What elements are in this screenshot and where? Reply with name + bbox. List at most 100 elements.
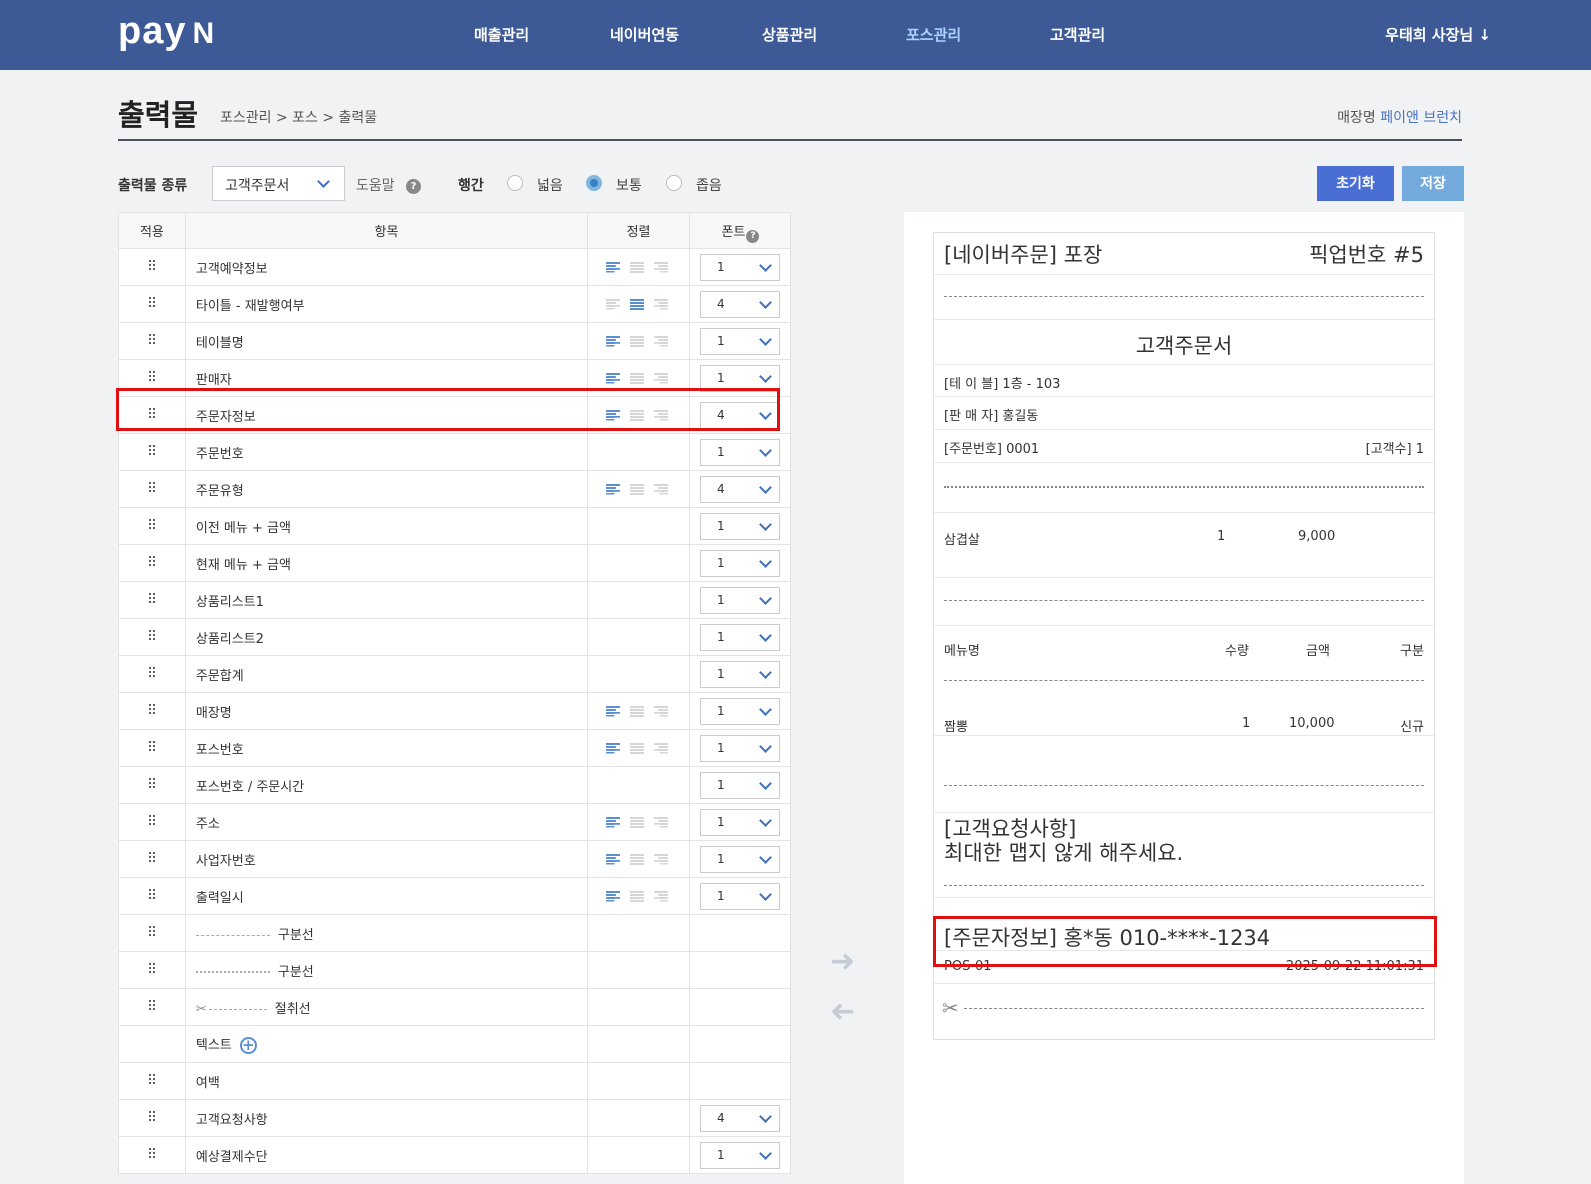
- align-right-icon[interactable]: [654, 742, 669, 754]
- drag-handle-cell[interactable]: [118, 1062, 186, 1100]
- drag-handle-cell[interactable]: [118, 692, 186, 730]
- font-size-select[interactable]: 1: [700, 253, 780, 281]
- drag-handle-cell[interactable]: [118, 1099, 186, 1137]
- nav-products[interactable]: 상품관리: [762, 24, 817, 45]
- font-size-select[interactable]: 1: [700, 364, 780, 392]
- align-center-icon[interactable]: [630, 853, 645, 865]
- drag-handle-icon[interactable]: [147, 851, 156, 863]
- font-size-select[interactable]: 1: [700, 586, 780, 614]
- font-size-select[interactable]: 1: [700, 808, 780, 836]
- output-type-select[interactable]: 고객주문서: [212, 166, 345, 201]
- user-menu[interactable]: 우태희 사장님 ↓: [1385, 24, 1491, 45]
- help-icon[interactable]: ?: [746, 229, 760, 243]
- drag-handle-cell[interactable]: [118, 507, 186, 545]
- align-left-icon[interactable]: [606, 742, 621, 754]
- drag-handle-cell[interactable]: [118, 840, 186, 878]
- drag-handle-icon[interactable]: [147, 629, 156, 641]
- drag-handle-cell[interactable]: [118, 544, 186, 582]
- drag-handle-icon[interactable]: [147, 407, 156, 419]
- align-left-icon[interactable]: [606, 483, 621, 495]
- align-right-icon[interactable]: [654, 261, 669, 273]
- font-size-select[interactable]: 1: [700, 327, 780, 355]
- font-size-select[interactable]: 4: [700, 401, 780, 429]
- help-link[interactable]: 도움말: [356, 175, 395, 195]
- drag-handle-icon[interactable]: [147, 740, 156, 752]
- align-center-icon[interactable]: [630, 335, 645, 347]
- drag-handle-cell[interactable]: [118, 729, 186, 767]
- add-text-icon[interactable]: +: [239, 1037, 257, 1054]
- font-size-select[interactable]: 4: [700, 475, 780, 503]
- align-right-icon[interactable]: [654, 372, 669, 384]
- align-center-icon[interactable]: [630, 705, 645, 717]
- drag-handle-cell[interactable]: [118, 581, 186, 619]
- drag-handle-icon[interactable]: [147, 1073, 156, 1085]
- drag-handle-icon[interactable]: [147, 925, 156, 937]
- font-size-select[interactable]: 1: [700, 882, 780, 910]
- drag-handle-cell[interactable]: [118, 766, 186, 804]
- nav-pos[interactable]: 포스관리: [906, 24, 961, 45]
- drag-handle-cell[interactable]: [118, 396, 186, 434]
- radio-normal[interactable]: [586, 175, 602, 191]
- payn-logo[interactable]: pay N: [118, 10, 215, 53]
- align-center-icon[interactable]: [630, 816, 645, 828]
- drag-handle-icon[interactable]: [147, 370, 156, 382]
- nav-sales[interactable]: 매출관리: [474, 24, 529, 45]
- align-right-icon[interactable]: [654, 816, 669, 828]
- drag-handle-icon[interactable]: [147, 555, 156, 567]
- align-left-icon[interactable]: [606, 816, 621, 828]
- align-left-icon[interactable]: [606, 261, 621, 273]
- align-right-icon[interactable]: [654, 890, 669, 902]
- drag-handle-cell[interactable]: [118, 988, 186, 1026]
- drag-handle-icon[interactable]: [147, 444, 156, 456]
- radio-wide[interactable]: [507, 175, 523, 191]
- align-right-icon[interactable]: [654, 335, 669, 347]
- font-size-select[interactable]: 1: [700, 1141, 780, 1169]
- align-right-icon[interactable]: [654, 705, 669, 717]
- font-size-select[interactable]: 1: [700, 734, 780, 762]
- align-right-icon[interactable]: [654, 483, 669, 495]
- align-center-icon[interactable]: [630, 372, 645, 384]
- drag-handle-cell[interactable]: [118, 655, 186, 693]
- font-size-select[interactable]: 4: [700, 1104, 780, 1132]
- drag-handle-icon[interactable]: [147, 259, 156, 271]
- drag-handle-cell[interactable]: [118, 618, 186, 656]
- font-size-select[interactable]: 4: [700, 290, 780, 318]
- drag-handle-icon[interactable]: [147, 592, 156, 604]
- help-icon[interactable]: ?: [406, 179, 421, 194]
- align-left-icon[interactable]: [606, 890, 621, 902]
- align-left-icon[interactable]: [606, 372, 621, 384]
- align-center-icon[interactable]: [630, 483, 645, 495]
- drag-handle-icon[interactable]: [147, 481, 156, 493]
- font-size-select[interactable]: 1: [700, 438, 780, 466]
- align-right-icon[interactable]: [654, 298, 669, 310]
- align-center-icon[interactable]: [630, 298, 645, 310]
- align-left-icon[interactable]: [606, 853, 621, 865]
- drag-handle-icon[interactable]: [147, 814, 156, 826]
- font-size-select[interactable]: 1: [700, 549, 780, 577]
- align-left-icon[interactable]: [606, 409, 621, 421]
- drag-handle-cell[interactable]: [118, 470, 186, 508]
- drag-handle-cell[interactable]: [118, 322, 186, 360]
- drag-handle-cell[interactable]: [118, 951, 186, 989]
- drag-handle-cell[interactable]: [118, 248, 186, 286]
- radio-narrow[interactable]: [666, 175, 682, 191]
- align-center-icon[interactable]: [630, 409, 645, 421]
- drag-handle-icon[interactable]: [147, 999, 156, 1011]
- drag-handle-icon[interactable]: [147, 888, 156, 900]
- align-left-icon[interactable]: [606, 298, 621, 310]
- drag-handle-cell[interactable]: [118, 285, 186, 323]
- align-center-icon[interactable]: [630, 890, 645, 902]
- font-size-select[interactable]: 1: [700, 660, 780, 688]
- align-right-icon[interactable]: [654, 853, 669, 865]
- drag-handle-icon[interactable]: [147, 703, 156, 715]
- reset-button[interactable]: 초기화: [1317, 166, 1394, 201]
- align-center-icon[interactable]: [630, 742, 645, 754]
- align-center-icon[interactable]: [630, 261, 645, 273]
- align-right-icon[interactable]: [654, 409, 669, 421]
- align-left-icon[interactable]: [606, 335, 621, 347]
- font-size-select[interactable]: 1: [700, 845, 780, 873]
- nav-customers[interactable]: 고객관리: [1050, 24, 1105, 45]
- drag-handle-icon[interactable]: [147, 666, 156, 678]
- drag-handle-icon[interactable]: [147, 962, 156, 974]
- drag-handle-icon[interactable]: [147, 1110, 156, 1122]
